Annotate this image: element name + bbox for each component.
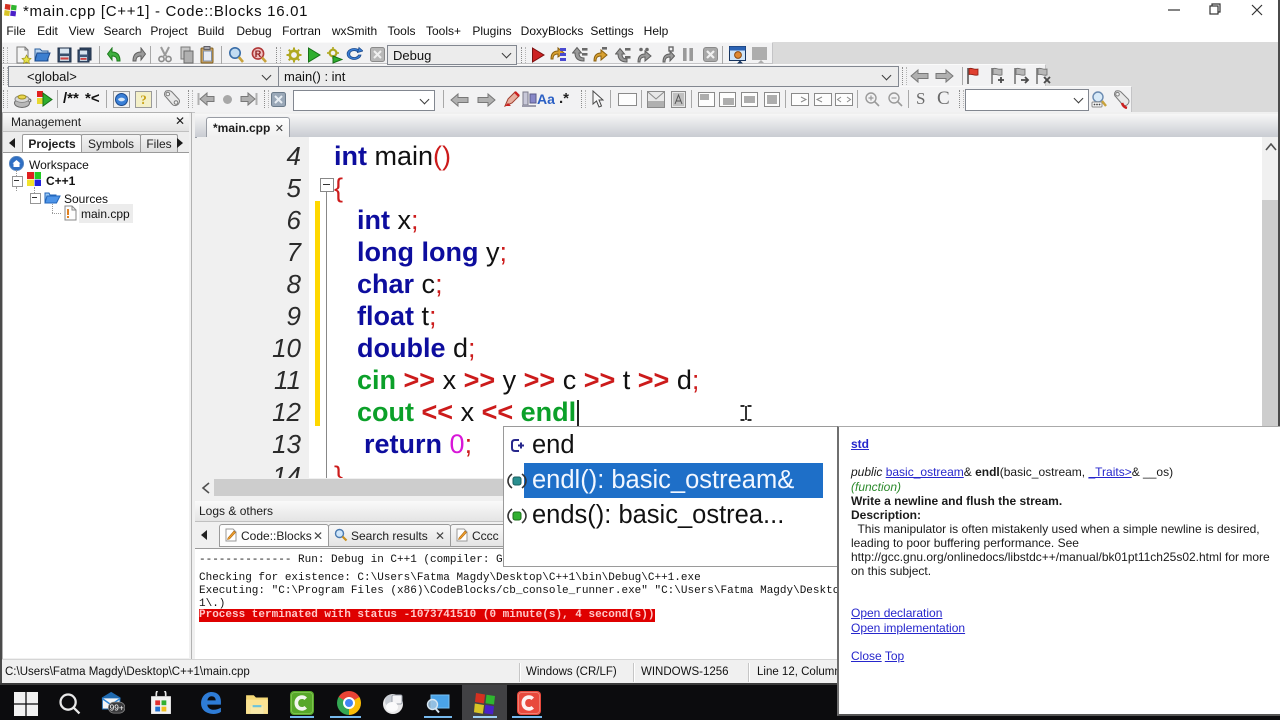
svg-text:?: ? [140,92,147,107]
svg-text:R: R [255,49,262,59]
svg-text:99+: 99+ [110,702,124,712]
